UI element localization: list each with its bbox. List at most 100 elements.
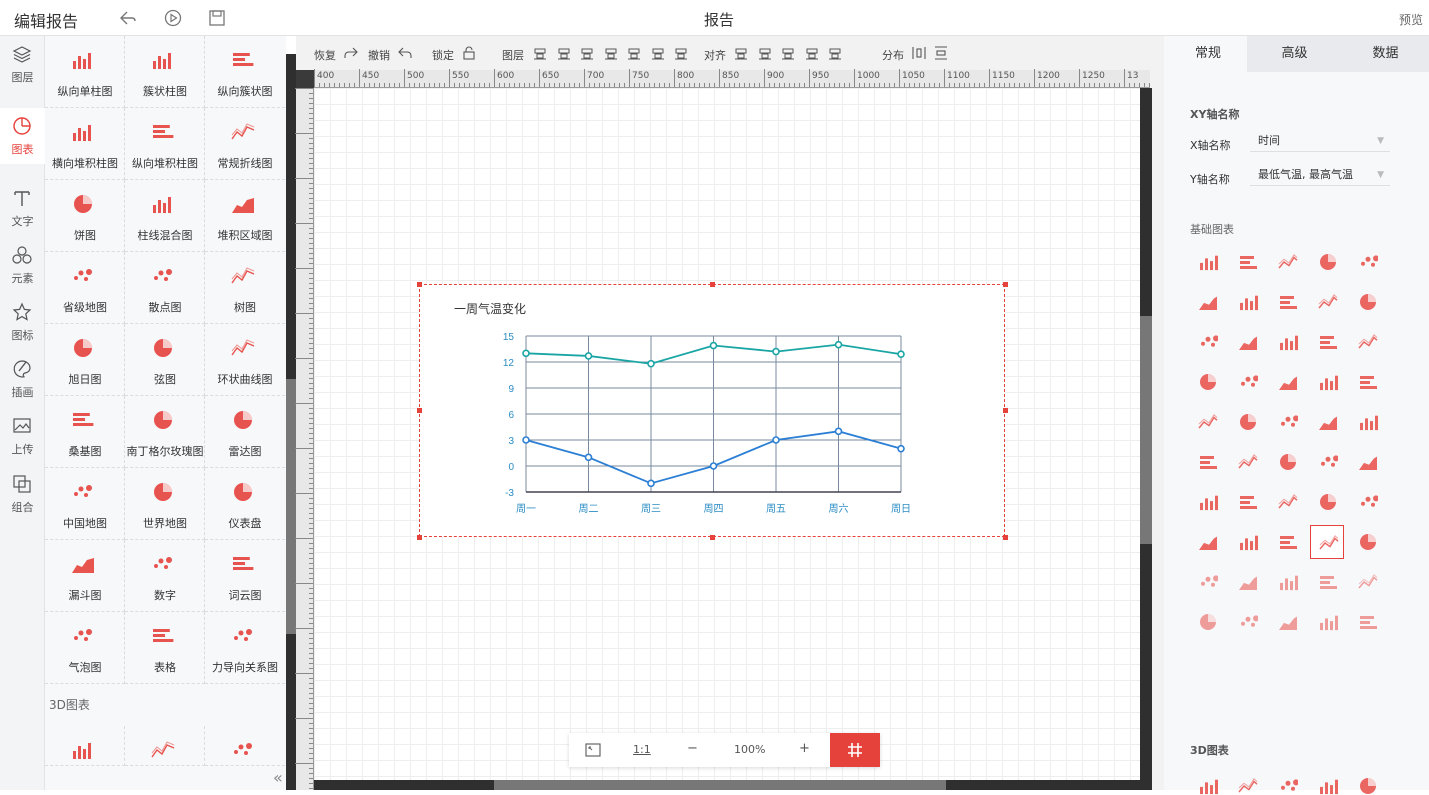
horizontal-ruler[interactable]: 400 450 500 550 600 650 700 750 800 850 900 950 1000… [314,69,1150,88]
chart-type-option[interactable] [1230,605,1264,639]
resize-handle-nw[interactable] [417,282,422,287]
chart-type-option[interactable] [1310,325,1344,359]
lock-button[interactable]: 锁定 [432,47,454,63]
palette-3d-item[interactable] [205,726,285,766]
send-to-back-icon[interactable] [627,46,641,60]
chart-type-option[interactable] [1350,605,1384,639]
chart-type-option[interactable] [1190,485,1224,519]
resize-handle-sw[interactable] [417,535,422,540]
redo-icon[interactable] [344,46,358,60]
chart-type-option[interactable] [1350,525,1384,559]
palette-item[interactable]: 桑基图 [45,396,125,468]
layer-group-icon[interactable] [533,46,547,60]
nav-icons[interactable]: 图标 [0,294,45,350]
palette-3d-item[interactable] [125,726,205,766]
chart-type-option[interactable] [1230,405,1264,439]
align-top-icon[interactable] [805,46,819,60]
palette-item[interactable]: 力导向关系图 [205,612,285,684]
palette-item[interactable]: 南丁格尔玫瑰图 [125,396,205,468]
palette-item[interactable]: 树图 [205,252,285,324]
delete-layer-icon[interactable] [651,46,665,60]
chart-type-option[interactable] [1270,525,1304,559]
chart-3d-option[interactable] [1310,769,1344,795]
nav-group[interactable]: 组合 [0,466,45,522]
chart-type-option[interactable] [1350,285,1384,319]
undo-icon[interactable] [398,46,412,60]
chart-type-option[interactable] [1190,365,1224,399]
chart-type-option[interactable] [1230,485,1264,519]
palette-item[interactable]: 仪表盘 [205,468,285,540]
palette-item[interactable]: 横向堆积柱图 [45,108,125,180]
tab-data[interactable]: 数据 [1342,36,1429,72]
palette-item[interactable]: 旭日图 [45,324,125,396]
bring-to-front-icon[interactable] [604,46,618,60]
chart-type-option[interactable] [1310,565,1344,599]
distribute-horizontal-icon[interactable] [912,46,926,60]
tab-general[interactable]: 常规 [1164,36,1252,72]
scroll-thumb[interactable] [494,780,946,790]
palette-item[interactable]: 堆积区域图 [205,180,285,252]
chart-type-option[interactable] [1350,485,1384,519]
palette-3d-item[interactable] [45,726,125,766]
chart-type-option[interactable] [1230,445,1264,479]
chart-type-option[interactable] [1350,325,1384,359]
nav-chart[interactable]: 图表 [0,108,45,164]
chart-type-option[interactable] [1310,285,1344,319]
chart-type-option[interactable] [1190,605,1224,639]
palette-item[interactable]: 柱线混合图 [125,180,205,252]
chart-type-option[interactable] [1270,405,1304,439]
vertical-ruler[interactable] [295,88,314,790]
chart-type-option[interactable] [1270,365,1304,399]
chart-type-option[interactable] [1270,565,1304,599]
collapse-icon[interactable]: « [273,768,283,787]
chart-type-option[interactable] [1270,325,1304,359]
chart-type-option[interactable] [1270,245,1304,279]
resize-handle-s[interactable] [710,535,715,540]
palette-item[interactable]: 词云图 [205,540,285,612]
resize-handle-n[interactable] [710,282,715,287]
zoom-out-button[interactable]: − [687,741,698,756]
copy-layer-icon[interactable] [674,46,688,60]
palette-item[interactable]: 漏斗图 [45,540,125,612]
palette-item[interactable]: 世界地图 [125,468,205,540]
chart-type-option[interactable] [1230,285,1264,319]
palette-item[interactable]: 饼图 [45,180,125,252]
palette-item[interactable]: 散点图 [125,252,205,324]
chart-3d-option[interactable] [1190,769,1224,795]
x-axis-select[interactable]: 时间 ▼ [1250,130,1390,152]
chart-type-option[interactable] [1310,605,1344,639]
scroll-thumb[interactable] [286,379,296,634]
lock-icon[interactable] [462,46,476,60]
nav-elements[interactable]: 元素 [0,237,45,293]
chart-3d-option[interactable] [1270,769,1304,791]
nav-text[interactable]: 文字 [0,180,45,236]
tab-advanced[interactable]: 高级 [1247,36,1342,72]
y-axis-select[interactable]: 最低气温, 最高气温 ▼ [1250,164,1390,186]
chart-type-option[interactable] [1310,445,1344,479]
chart-type-option[interactable] [1350,245,1384,279]
chart-type-option[interactable] [1310,365,1344,399]
palette-item[interactable]: 气泡图 [45,612,125,684]
resize-handle-e[interactable] [1003,408,1008,413]
palette-item[interactable]: 表格 [125,612,205,684]
chart-type-option[interactable] [1270,485,1304,519]
zoom-in-button[interactable]: + [799,741,810,756]
chart-type-option[interactable] [1190,565,1224,599]
undo-icon[interactable] [118,8,138,28]
chart-3d-option[interactable] [1230,769,1264,793]
grid-toggle-button[interactable] [830,733,880,767]
distribute-vertical-icon[interactable] [934,46,948,60]
palette-item[interactable]: 中国地图 [45,468,125,540]
chart-type-option[interactable] [1230,245,1264,279]
preview-button[interactable]: 预览 [1399,11,1423,28]
canvas-vertical-scrollbar[interactable] [1140,88,1152,790]
scroll-thumb[interactable] [1140,316,1152,544]
send-backward-icon[interactable] [580,46,594,60]
chart-type-option[interactable] [1190,445,1224,479]
chart-type-option[interactable] [1190,285,1224,319]
chart-type-option[interactable] [1190,325,1224,359]
chart-type-option[interactable] [1350,365,1384,399]
chart-type-option[interactable] [1310,405,1344,439]
palette-item[interactable]: 纵向堆积柱图 [125,108,205,180]
align-middle-icon[interactable] [828,46,842,60]
